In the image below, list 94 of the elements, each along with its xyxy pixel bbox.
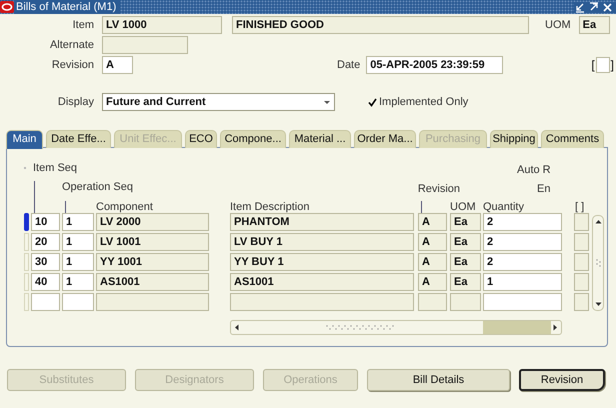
bracket: ]	[610, 58, 614, 72]
button[interactable]: Bill Details	[367, 369, 510, 391]
field-label: Display	[56, 96, 94, 108]
table-cell[interactable]	[574, 233, 589, 251]
table-cell[interactable]: LV BUY 1	[230, 233, 414, 251]
table-cell[interactable]: A	[418, 213, 447, 231]
tab[interactable]: Compone...	[220, 130, 286, 148]
table-cell[interactable]: 1	[483, 273, 562, 291]
column-heading: Quantity	[483, 201, 524, 213]
input-field[interactable]: Ea	[578, 16, 610, 34]
table-cell[interactable]: YY BUY 1	[230, 253, 414, 271]
grip-icon	[326, 325, 396, 330]
button[interactable]: Revision	[519, 369, 605, 391]
table-cell[interactable]: AS1001	[96, 273, 209, 291]
bracket: [	[591, 58, 595, 72]
table-cell[interactable]: A	[418, 253, 447, 271]
input-field[interactable]: 05-APR-2005 23:39:59	[366, 56, 504, 74]
table-cell[interactable]: 2	[483, 233, 562, 251]
display-dropdown[interactable]: Future and Current	[102, 93, 335, 111]
column-heading: UOM	[450, 201, 476, 213]
table-cell[interactable]: 40	[31, 273, 60, 291]
table-cell[interactable]: 1	[62, 233, 94, 251]
column-heading: Revision	[418, 183, 460, 195]
flexfield-button[interactable]	[596, 57, 610, 73]
table-cell[interactable]: LV 2000	[96, 213, 209, 231]
checkmark-icon	[368, 98, 376, 106]
table-cell[interactable]: Ea	[450, 253, 481, 271]
table-cell[interactable]	[31, 293, 60, 311]
tab[interactable]: Shipping	[490, 130, 538, 148]
table-cell[interactable]	[574, 213, 589, 231]
column-heading: Auto R	[517, 164, 551, 176]
table-cell[interactable]: YY 1001	[96, 253, 209, 271]
table-cell[interactable]	[574, 253, 589, 271]
table-cell[interactable]	[574, 293, 589, 311]
column-heading: Item Description	[230, 201, 310, 213]
table-cell[interactable]: 1	[62, 253, 94, 271]
minimize-icon[interactable]	[574, 2, 585, 12]
table-cell[interactable]	[418, 293, 447, 311]
scroll-right-icon	[553, 324, 558, 331]
column-heading: En	[537, 183, 550, 195]
input-field[interactable]: LV 1000	[102, 16, 222, 34]
table-cell[interactable]: Ea	[450, 233, 481, 251]
row-indicator[interactable]	[24, 213, 29, 231]
table-cell[interactable]: 1	[62, 213, 94, 231]
tab[interactable]: ECO	[185, 130, 217, 148]
table-cell[interactable]: A	[418, 233, 447, 251]
scroll-up-icon	[594, 219, 602, 224]
vertical-scrollbar[interactable]	[592, 215, 604, 311]
table-cell[interactable]: LV 1001	[96, 233, 209, 251]
caret-icon	[323, 100, 331, 104]
table-cell[interactable]: 20	[31, 233, 60, 251]
table-cell[interactable]	[574, 273, 589, 291]
checkbox-label[interactable]: Implemented Only	[379, 96, 468, 108]
input-field[interactable]: A	[102, 56, 133, 74]
table-cell[interactable]: Ea	[450, 273, 481, 291]
checkbox[interactable]	[367, 97, 377, 107]
table-cell[interactable]: Ea	[450, 213, 481, 231]
tab[interactable]: Date Effe...	[46, 130, 111, 148]
field-label: UOM	[545, 19, 571, 31]
column-heading: Component	[96, 201, 153, 213]
table-cell[interactable]	[483, 293, 562, 311]
field-label: Alternate	[48, 39, 94, 51]
field-label: Date	[337, 59, 360, 71]
input-field[interactable]: FINISHED GOOD	[232, 16, 529, 34]
table-cell[interactable]: 10	[31, 213, 60, 231]
column-heading: Operation Seq	[62, 181, 133, 193]
column-heading: Item Seq	[33, 162, 78, 174]
input-field[interactable]	[102, 36, 188, 54]
field-label: Item	[72, 19, 94, 31]
table-cell[interactable]: 1	[62, 273, 94, 291]
table-cell[interactable]	[450, 293, 481, 311]
table-cell[interactable]: A	[418, 273, 447, 291]
table-cell[interactable]: PHANTOM	[230, 213, 414, 231]
table-cell[interactable]	[62, 293, 94, 311]
table-cell[interactable]: AS1001	[230, 273, 414, 291]
grip-icon	[596, 258, 600, 268]
tab[interactable]: Main	[6, 130, 43, 149]
maximize-icon[interactable]	[588, 2, 599, 12]
table-cell[interactable]: 2	[483, 213, 562, 231]
app-logo-icon	[0, 1, 14, 13]
window-title: Bills of Material (M1)	[14, 0, 120, 14]
table-cell[interactable]	[230, 293, 414, 311]
table-cell[interactable]	[96, 293, 209, 311]
close-icon[interactable]	[602, 2, 613, 12]
horizontal-scrollbar[interactable]	[230, 320, 562, 335]
scroll-down-icon	[594, 302, 602, 307]
scroll-left-icon	[234, 324, 239, 331]
tab[interactable]: Comments	[541, 130, 604, 148]
table-cell[interactable]: 30	[31, 253, 60, 271]
tab[interactable]: Material ...	[289, 130, 351, 148]
field-label: Revision	[50, 59, 94, 71]
table-cell[interactable]: 2	[483, 253, 562, 271]
tab[interactable]: Order Ma...	[354, 130, 416, 148]
column-heading: [ ]	[575, 201, 584, 213]
